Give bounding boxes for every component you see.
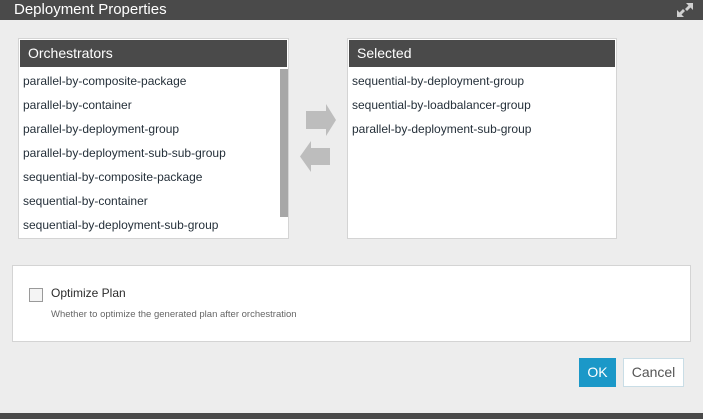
orchestrators-header: Orchestrators: [20, 40, 287, 67]
list-item[interactable]: sequential-by-composite-package: [19, 165, 288, 189]
list-item[interactable]: sequential-by-loadbalancer-group: [348, 93, 616, 117]
options-panel: Optimize Plan Whether to optimize the ge…: [12, 265, 691, 342]
bottom-bar: [0, 413, 703, 419]
selected-header: Selected: [349, 40, 615, 67]
orchestrators-scrollbar[interactable]: [280, 69, 288, 217]
list-item[interactable]: parallel-by-deployment-sub-sub-group: [19, 141, 288, 165]
orchestrators-list[interactable]: Orchestrators parallel-by-composite-pack…: [18, 38, 289, 239]
optimize-plan-checkbox[interactable]: [29, 288, 43, 302]
list-item[interactable]: sequential-by-container: [19, 189, 288, 213]
list-item[interactable]: sequential-by-deployment-group: [348, 69, 616, 93]
ok-button[interactable]: OK: [579, 358, 616, 387]
list-item[interactable]: parallel-by-deployment-group: [19, 117, 288, 141]
list-item[interactable]: parallel-by-deployment-sub-group: [348, 117, 616, 141]
list-item[interactable]: parallel-by-container: [19, 93, 288, 117]
dialog-titlebar: Deployment Properties: [0, 0, 703, 20]
cancel-button[interactable]: Cancel: [623, 358, 684, 387]
list-item[interactable]: parallel-by-composite-package: [19, 69, 288, 93]
arrow-left-icon[interactable]: [300, 141, 331, 172]
expand-icon[interactable]: [674, 0, 696, 20]
optimize-plan-description: Whether to optimize the generated plan a…: [51, 309, 297, 320]
dialog-title: Deployment Properties: [14, 1, 167, 18]
optimize-plan-label[interactable]: Optimize Plan: [51, 286, 126, 300]
list-item[interactable]: sequential-by-deployment-sub-group: [19, 213, 288, 237]
orchestrators-items: parallel-by-composite-package parallel-b…: [19, 69, 288, 237]
selected-list[interactable]: Selected sequential-by-deployment-group …: [347, 38, 617, 239]
arrow-right-icon[interactable]: [305, 104, 337, 136]
selected-items: sequential-by-deployment-group sequentia…: [348, 69, 616, 141]
